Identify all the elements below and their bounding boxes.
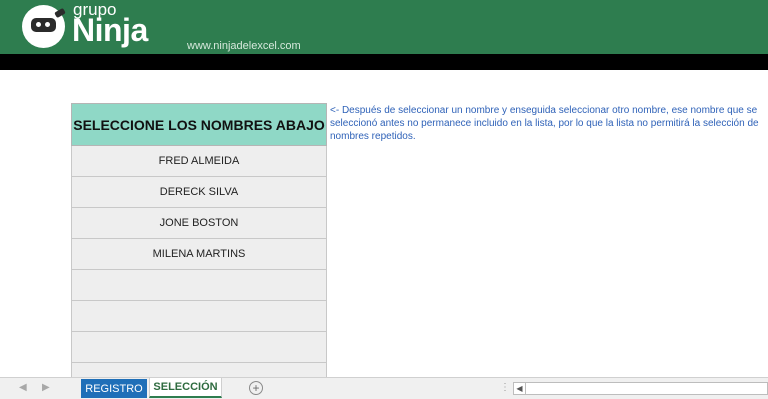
header-divider <box>0 54 768 70</box>
header-banner: grupo Ninja www.ninjadelexcel.com <box>0 0 768 54</box>
table-row[interactable]: JONE BOSTON <box>71 208 327 239</box>
table-row[interactable]: FRED ALMEIDA <box>71 146 327 177</box>
table-row[interactable]: MILENA MARTINS <box>71 239 327 270</box>
chevron-left-icon[interactable]: ◀ <box>19 382 27 393</box>
logo-text-big: Ninja <box>72 12 148 48</box>
names-table: SELECCIONE LOS NOMBRES ABAJO FRED ALMEID… <box>71 103 327 394</box>
scroll-left-icon[interactable]: ◀ <box>514 383 526 394</box>
table-row[interactable] <box>71 301 327 332</box>
instruction-note: <- Después de seleccionar un nombre y en… <box>330 105 759 142</box>
horizontal-scrollbar[interactable]: ◀ <box>513 382 768 395</box>
logo-url: www.ninjadelexcel.com <box>187 40 301 52</box>
table-row[interactable] <box>71 270 327 301</box>
splitter-handle[interactable]: ⋮ <box>500 382 510 393</box>
chevron-right-icon[interactable]: ▶ <box>42 382 50 393</box>
tab-seleccion[interactable]: SELECCIÓN <box>149 378 222 398</box>
plus-circle-icon[interactable]: + <box>249 381 263 395</box>
tab-registro[interactable]: REGISTRO <box>81 379 147 398</box>
table-row[interactable] <box>71 332 327 363</box>
sheet-tab-bar: ◀ ▶ REGISTRO SELECCIÓN + ⋮ ◀ <box>0 377 768 399</box>
table-title: SELECCIONE LOS NOMBRES ABAJO <box>71 103 327 146</box>
table-row[interactable]: DERECK SILVA <box>71 177 327 208</box>
ninja-logo-icon <box>22 5 66 48</box>
